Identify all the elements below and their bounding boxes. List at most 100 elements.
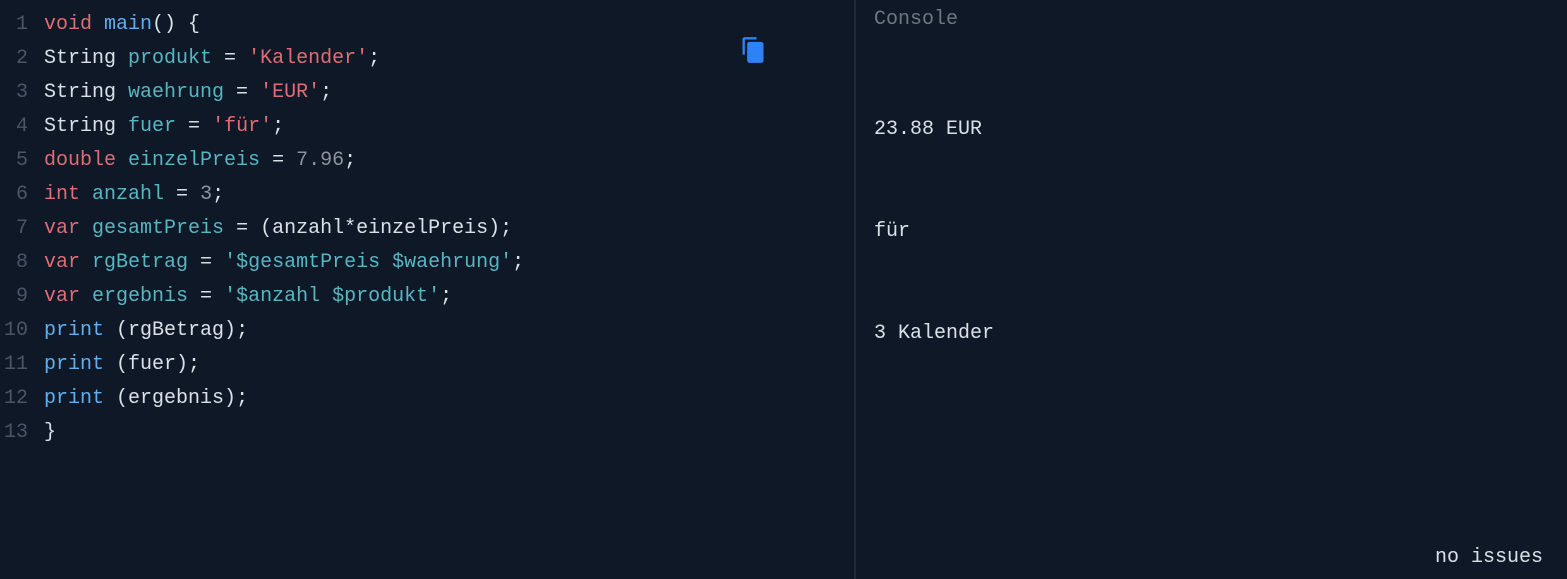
code-line[interactable]: String produkt = 'Kalender'; <box>44 42 524 76</box>
tok-args: (ergebnis) <box>116 387 236 410</box>
console-line: für <box>874 215 1549 249</box>
tok-space <box>116 81 128 104</box>
tok-punct: } <box>44 421 56 444</box>
tok-punct: ; <box>236 319 248 342</box>
tok-expr: (anzahl*einzelPreis) <box>260 217 500 240</box>
tok-type: String <box>44 115 116 138</box>
tok-ident: ergebnis <box>92 285 188 308</box>
tok-ident: einzelPreis <box>128 149 260 172</box>
tok-space <box>104 353 116 376</box>
tok-ident: produkt <box>128 47 212 70</box>
tok-function: print <box>44 319 104 342</box>
tok-op: = <box>224 81 260 104</box>
tok-punct: ; <box>500 217 512 240</box>
tok-space <box>80 217 92 240</box>
line-number: 8 <box>0 246 28 280</box>
code-line[interactable]: print (ergebnis); <box>44 382 524 416</box>
tok-type: var <box>44 285 80 308</box>
code-line[interactable]: var ergebnis = '$anzahl $produkt'; <box>44 280 524 314</box>
line-number: 13 <box>0 416 28 450</box>
tok-space <box>116 149 128 172</box>
tok-args: (rgBetrag) <box>116 319 236 342</box>
console-pane: Console 23.88 EUR für 3 Kalender no issu… <box>856 0 1567 579</box>
console-line: 3 Kalender <box>874 317 1549 351</box>
tok-op: = <box>212 47 248 70</box>
line-number: 11 <box>0 348 28 382</box>
line-number: 4 <box>0 110 28 144</box>
tok-function: print <box>44 353 104 376</box>
tok-space <box>80 251 92 274</box>
line-number-gutter: 1 2 3 4 5 6 7 8 9 10 11 12 13 <box>0 8 34 450</box>
tok-op: = <box>176 115 212 138</box>
tok-type: String <box>44 47 116 70</box>
tok-space <box>116 47 128 70</box>
tok-ident: rgBetrag <box>92 251 188 274</box>
tok-punct: ; <box>440 285 452 308</box>
line-number: 5 <box>0 144 28 178</box>
tok-punct: () { <box>152 13 200 36</box>
tok-op: = <box>224 217 260 240</box>
code-lines[interactable]: void main() { String produkt = 'Kalender… <box>34 8 524 450</box>
tok-punct: ; <box>188 353 200 376</box>
code-line[interactable]: } <box>44 416 524 450</box>
console-title: Console <box>874 8 1549 31</box>
tok-string: 'für' <box>212 115 272 138</box>
tok-space <box>80 183 92 206</box>
tok-number: 3 <box>200 183 212 206</box>
tok-string: 'Kalender' <box>248 47 368 70</box>
console-output: 23.88 EUR für 3 Kalender <box>874 45 1549 419</box>
code-line[interactable]: print (rgBetrag); <box>44 314 524 348</box>
code-line[interactable]: var rgBetrag = '$gesamtPreis $waehrung'; <box>44 246 524 280</box>
app-root: 1 2 3 4 5 6 7 8 9 10 11 12 13 void main(… <box>0 0 1567 579</box>
tok-type: var <box>44 251 80 274</box>
tok-ident: waehrung <box>128 81 224 104</box>
tok-type: int <box>44 183 80 206</box>
line-number: 2 <box>0 42 28 76</box>
tok-function: print <box>44 387 104 410</box>
code-line[interactable]: String fuer = 'für'; <box>44 110 524 144</box>
tok-space <box>116 115 128 138</box>
status-text: no issues <box>1435 546 1543 569</box>
tok-punct: ; <box>344 149 356 172</box>
tok-ident: anzahl <box>92 183 164 206</box>
tok-string: '$anzahl $produkt' <box>224 285 440 308</box>
line-number: 3 <box>0 76 28 110</box>
tok-space <box>104 387 116 410</box>
tok-type: double <box>44 149 116 172</box>
tok-keyword: void <box>44 13 92 36</box>
tok-punct: ; <box>272 115 284 138</box>
code-line[interactable]: String waehrung = 'EUR'; <box>44 76 524 110</box>
tok-space <box>80 285 92 308</box>
tok-punct: ; <box>512 251 524 274</box>
tok-string: '$gesamtPreis $waehrung' <box>224 251 512 274</box>
tok-punct: ; <box>236 387 248 410</box>
tok-number: 7.96 <box>296 149 344 172</box>
line-number: 6 <box>0 178 28 212</box>
tok-op: = <box>164 183 200 206</box>
code-line[interactable]: int anzahl = 3; <box>44 178 524 212</box>
tok-punct: ; <box>368 47 380 70</box>
code-line[interactable]: print (fuer); <box>44 348 524 382</box>
code-editor-pane: 1 2 3 4 5 6 7 8 9 10 11 12 13 void main(… <box>0 0 856 579</box>
code-line[interactable]: double einzelPreis = 7.96; <box>44 144 524 178</box>
copy-code-button[interactable] <box>736 36 770 70</box>
tok-type: var <box>44 217 80 240</box>
copy-icon <box>739 36 767 71</box>
line-number: 9 <box>0 280 28 314</box>
tok-punct: ; <box>212 183 224 206</box>
tok-op: = <box>260 149 296 172</box>
tok-space <box>104 319 116 342</box>
line-number: 10 <box>0 314 28 348</box>
tok-space <box>92 13 104 36</box>
code-line[interactable]: void main() { <box>44 8 524 42</box>
tok-op: = <box>188 251 224 274</box>
tok-ident: fuer <box>128 115 176 138</box>
code-line[interactable]: var gesamtPreis = (anzahl*einzelPreis); <box>44 212 524 246</box>
line-number: 7 <box>0 212 28 246</box>
tok-op: = <box>188 285 224 308</box>
tok-function: main <box>104 13 152 36</box>
tok-args: (fuer) <box>116 353 188 376</box>
tok-type: String <box>44 81 116 104</box>
code-area[interactable]: 1 2 3 4 5 6 7 8 9 10 11 12 13 void main(… <box>0 0 854 450</box>
tok-punct: ; <box>320 81 332 104</box>
